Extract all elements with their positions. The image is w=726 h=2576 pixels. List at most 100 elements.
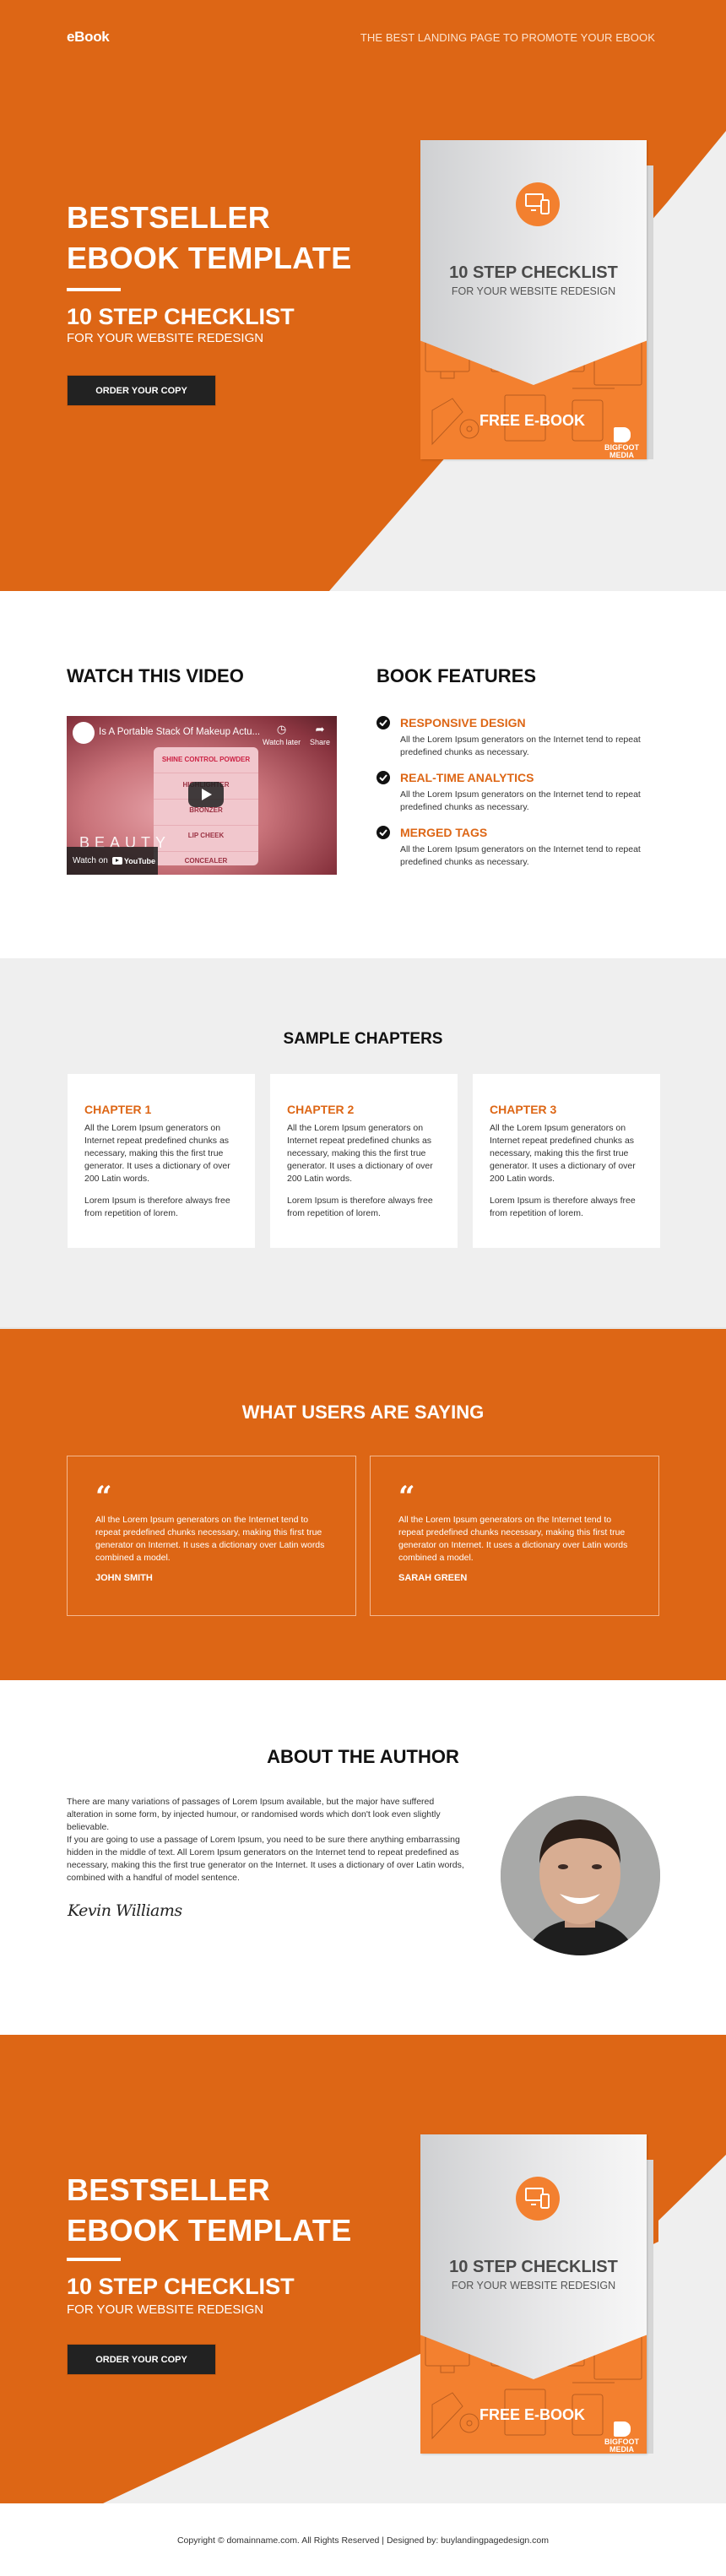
- video-player[interactable]: SHINE CONTROL POWDER HIGHLIGHTER BRONZER…: [67, 716, 337, 875]
- book-cover-title: 10 STEP CHECKLIST: [449, 263, 618, 282]
- testimonial-text: All the Lorem Ipsum generators on the In…: [398, 1515, 628, 1563]
- chapter-text: Lorem Ipsum is therefore always free fro…: [287, 1196, 433, 1218]
- quote-icon: “: [398, 1480, 415, 1514]
- testimonials-heading: WHAT USERS ARE SAYING: [241, 1402, 485, 1423]
- book-mockup: 10 STEP CHECKLIST FOR YOUR WEBSITE REDES…: [420, 2134, 653, 2454]
- chapter-card: CHAPTER 2 All the Lorem Ipsum generators…: [270, 1074, 458, 1248]
- author-avatar: [501, 1796, 660, 1955]
- free-ebook-badge: FREE E-BOOK: [479, 2406, 586, 2423]
- check-circle-icon: [377, 716, 390, 729]
- author-signature: Kevin Williams: [68, 1901, 182, 1920]
- watch-on-label: Watch on: [73, 856, 108, 865]
- hero-title-line1: BESTSELLER: [67, 2172, 271, 2207]
- chapter-text: Lorem Ipsum is therefore always free fro…: [84, 1196, 230, 1218]
- hero-subtitle: 10 STEP CHECKLIST: [67, 304, 295, 329]
- hero-title-line2: EBOOK TEMPLATE: [67, 2213, 352, 2248]
- channel-avatar[interactable]: [73, 722, 95, 744]
- watch-later-button[interactable]: ◷ Watch later: [263, 723, 301, 746]
- feature-title: REAL-TIME ANALYTICS: [400, 771, 534, 784]
- chapter-title: CHAPTER 1: [84, 1103, 152, 1116]
- clock-icon: ◷: [276, 723, 287, 735]
- landing-page: eBook THE BEST LANDING PAGE TO PROMOTE Y…: [0, 0, 726, 2576]
- book-cover-subtitle: FOR YOUR WEBSITE REDESIGN: [451, 285, 616, 297]
- hero-title: BESTSELLER EBOOK TEMPLATE: [67, 2170, 352, 2251]
- author-bio-paragraph: If you are going to use a passage of Lor…: [67, 1835, 464, 1883]
- hero-title-line2: EBOOK TEMPLATE: [67, 241, 352, 275]
- chapter-text: All the Lorem Ipsum generators on Intern…: [490, 1123, 636, 1184]
- feature-description: All the Lorem Ipsum generators on the In…: [400, 735, 641, 757]
- book-cover: 10 STEP CHECKLIST FOR YOUR WEBSITE REDES…: [420, 2134, 647, 2454]
- feature-title: MERGED TAGS: [400, 826, 488, 839]
- feature-item: RESPONSIVE DESIGN All the Lorem Ipsum ge…: [377, 716, 680, 759]
- chapter-card: CHAPTER 1 All the Lorem Ipsum generators…: [68, 1074, 255, 1248]
- testimonial-author: SARAH GREEN: [398, 1573, 468, 1583]
- chapter-text: All the Lorem Ipsum generators on Intern…: [287, 1123, 433, 1184]
- chapters-heading: SAMPLE CHAPTERS: [283, 1030, 443, 1048]
- features-heading: BOOK FEATURES: [377, 665, 537, 686]
- check-circle-icon: [377, 771, 390, 784]
- publisher-name-line2: MEDIA: [610, 451, 634, 459]
- stack-label: SHINE CONTROL POWDER: [161, 756, 251, 763]
- sample-chapters-section: SAMPLE CHAPTERS CHAPTER 1 All the Lorem …: [0, 958, 726, 1327]
- testimonial-card: “ All the Lorem Ipsum generators on the …: [67, 1456, 356, 1616]
- book-cover: 10 STEP CHECKLIST FOR YOUR WEBSITE REDES…: [420, 140, 647, 459]
- about-heading: ABOUT THE AUTHOR: [267, 1746, 459, 1767]
- hero-divider: [67, 2258, 121, 2261]
- watch-later-label: Watch later: [263, 738, 301, 746]
- hero-subtitle-secondary: FOR YOUR WEBSITE REDESIGN: [67, 331, 264, 345]
- youtube-label: YouTube: [123, 856, 156, 865]
- hero-divider: [67, 288, 121, 291]
- order-copy-button[interactable]: ORDER YOUR COPY: [67, 375, 216, 406]
- hero-section: eBook THE BEST LANDING PAGE TO PROMOTE Y…: [0, 0, 726, 591]
- chapter-text: Lorem Ipsum is therefore always free fro…: [490, 1196, 636, 1218]
- order-copy-button[interactable]: ORDER YOUR COPY: [67, 2344, 216, 2375]
- feature-description: All the Lorem Ipsum generators on the In…: [400, 789, 641, 812]
- header-tagline: THE BEST LANDING PAGE TO PROMOTE YOUR EB…: [360, 31, 655, 44]
- chapter-title: CHAPTER 3: [490, 1103, 557, 1116]
- chapter-text: All the Lorem Ipsum generators on Intern…: [84, 1123, 230, 1184]
- brand-logo[interactable]: eBook: [67, 29, 110, 46]
- hero-subtitle-secondary: FOR YOUR WEBSITE REDESIGN: [67, 2302, 264, 2317]
- bottom-hero-section: BESTSELLER EBOOK TEMPLATE 10 STEP CHECKL…: [0, 2035, 726, 2503]
- video-heading: WATCH THIS VIDEO: [67, 665, 244, 686]
- watch-on-youtube-button[interactable]: Watch on YouTube: [67, 847, 158, 875]
- devices-icon: [516, 2177, 560, 2221]
- feature-title: RESPONSIVE DESIGN: [400, 716, 526, 729]
- youtube-logo-icon: YouTube: [111, 856, 156, 865]
- stack-label: CONCEALER: [184, 857, 228, 865]
- top-bar: eBook THE BEST LANDING PAGE TO PROMOTE Y…: [0, 0, 726, 68]
- share-label: Share: [310, 738, 331, 746]
- features-list: RESPONSIVE DESIGN All the Lorem Ipsum ge…: [377, 716, 680, 881]
- testimonial-author: JOHN SMITH: [95, 1573, 153, 1583]
- testimonial-card: “ All the Lorem Ipsum generators on the …: [370, 1456, 659, 1616]
- chapter-card: CHAPTER 3 All the Lorem Ipsum generators…: [473, 1074, 660, 1248]
- bigfoot-logo-icon: [613, 2421, 631, 2437]
- video-features-section: WATCH THIS VIDEO SHINE CONTROL POWDER HI…: [0, 591, 726, 958]
- footer-copyright: Copyright © domainname.com. All Rights R…: [176, 2535, 550, 2546]
- bigfoot-logo-icon: [613, 427, 631, 442]
- hero-subtitle: 10 STEP CHECKLIST: [67, 2274, 295, 2299]
- play-button[interactable]: [188, 782, 224, 807]
- testimonials-section: WHAT USERS ARE SAYING “ All the Lorem Ip…: [0, 1327, 726, 1680]
- video-title[interactable]: Is A Portable Stack Of Makeup Actu...: [99, 727, 260, 737]
- author-bio-paragraph: There are many variations of passages of…: [67, 1797, 441, 1832]
- check-circle-icon: [377, 826, 390, 839]
- share-button[interactable]: ➦ Share: [310, 723, 330, 746]
- book-cover-subtitle: FOR YOUR WEBSITE REDESIGN: [451, 2280, 616, 2291]
- about-author-section: ABOUT THE AUTHOR There are many variatio…: [0, 1680, 726, 2035]
- hero-title-line1: BESTSELLER: [67, 200, 271, 235]
- free-ebook-badge: FREE E-BOOK: [479, 412, 586, 429]
- publisher-name-line2: MEDIA: [610, 2445, 634, 2454]
- quote-icon: “: [95, 1480, 112, 1514]
- author-bio: There are many variations of passages of…: [67, 1796, 472, 1885]
- book-mockup: 10 STEP CHECKLIST FOR YOUR WEBSITE REDES…: [420, 140, 653, 459]
- share-arrow-icon: ➦: [315, 723, 325, 735]
- chapter-title: CHAPTER 2: [287, 1103, 355, 1116]
- feature-description: All the Lorem Ipsum generators on the In…: [400, 844, 641, 867]
- hero-title: BESTSELLER EBOOK TEMPLATE: [67, 198, 352, 279]
- publisher-logo: BIGFOOT MEDIA: [604, 427, 639, 459]
- footer: Copyright © domainname.com. All Rights R…: [0, 2503, 726, 2576]
- feature-item: REAL-TIME ANALYTICS All the Lorem Ipsum …: [377, 771, 680, 814]
- testimonial-text: All the Lorem Ipsum generators on the In…: [95, 1515, 325, 1563]
- devices-icon: [516, 182, 560, 226]
